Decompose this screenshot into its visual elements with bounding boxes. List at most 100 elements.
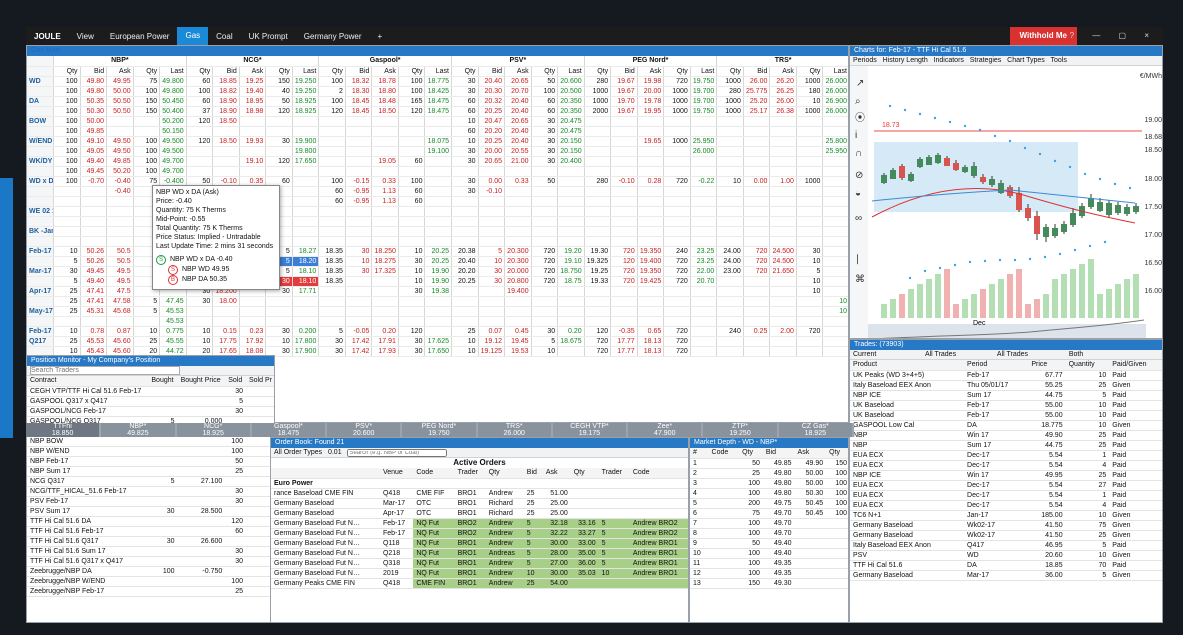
grid-cell[interactable]: 1000 [663, 86, 691, 97]
grid-cell[interactable] [371, 126, 399, 137]
grid-cell[interactable] [769, 166, 797, 177]
order-cell[interactable]: 5 [523, 538, 543, 549]
grid-cell[interactable]: 18.425 [424, 86, 452, 97]
grid-cell[interactable] [743, 206, 771, 217]
grid-cell[interactable] [212, 126, 240, 137]
trade-row[interactable]: PSV WD 20.60 10 Given [850, 550, 1162, 561]
grid-cell[interactable]: 20.400 [557, 156, 585, 167]
grid-cell[interactable] [610, 126, 638, 137]
grid-cell[interactable]: 30 [398, 346, 426, 357]
position-row[interactable]: CEGH VTP/TTF Hi Cal 51.6 Feb-17 30 [27, 386, 274, 397]
grid-cell[interactable]: 26.000 [690, 146, 718, 157]
grid-cell[interactable] [531, 206, 559, 217]
grid-cell[interactable]: 17.77 [610, 336, 638, 347]
grid-cell[interactable] [716, 186, 744, 197]
dock-tab-5[interactable]: PEG Nord* 19.750 [402, 423, 478, 437]
order-cell[interactable]: Richard [485, 498, 524, 509]
trade-cell[interactable]: UK Baseload [850, 400, 965, 411]
grid-cell[interactable]: 19.90 [424, 266, 452, 277]
grid-cell[interactable] [584, 156, 612, 167]
trade-cell[interactable]: 185.00 [1028, 510, 1066, 521]
grid-cell[interactable]: 18.075 [424, 136, 452, 147]
grid-cell[interactable] [822, 216, 848, 227]
order-cell[interactable]: Andrew [485, 488, 524, 499]
gas-grid-row[interactable]: W/END 100 49.10 49.50 100 49.500 120 18.50 19.93… [27, 136, 848, 147]
gas-grid-row[interactable]: WD x DA100-0.70-0.4075-0.40050-0.100.356… [27, 176, 848, 187]
grid-cell[interactable] [663, 236, 691, 247]
grid-cell[interactable] [663, 116, 691, 127]
position-cell[interactable] [177, 386, 226, 397]
order-cell[interactable]: 5 [598, 518, 630, 529]
grid-cell[interactable] [345, 286, 373, 297]
grid-cell[interactable] [186, 156, 214, 167]
depth-header-5[interactable]: Qty [826, 448, 848, 459]
trade-row[interactable]: EUA ECX Dec-17 5.54 1 Paid [850, 450, 1162, 461]
grid-cell[interactable] [531, 286, 559, 297]
grid-cell[interactable] [796, 236, 824, 247]
trades-filter-current[interactable]: Current [853, 350, 923, 359]
grid-cell[interactable] [318, 226, 346, 237]
trade-cell[interactable]: 5 [1065, 540, 1110, 551]
grid-cell[interactable]: 100 [186, 86, 214, 97]
gas-grid-row[interactable]: 549.4049.53018.4503018.1018.351019.9020.… [27, 276, 848, 287]
grid-cell[interactable] [716, 126, 744, 137]
grid-cell[interactable]: 20.300 [504, 256, 532, 267]
position-cell[interactable]: 100 [225, 436, 246, 447]
order-row[interactable]: Germany Baseload Fut N… Feb-17 NQ Fut BRO2 A… [271, 518, 688, 529]
grid-cell[interactable]: 21.650 [769, 266, 797, 277]
grid-cell[interactable]: 17.91 [371, 336, 399, 347]
grid-cell[interactable] [531, 196, 559, 207]
order-cell[interactable] [598, 488, 630, 499]
position-cell[interactable]: 100 [148, 566, 178, 577]
grid-cell[interactable]: 60 [398, 186, 426, 197]
grid-cell[interactable]: 720 [610, 276, 638, 287]
grid-cell[interactable]: 20.20 [451, 266, 479, 277]
grid-cell[interactable]: 18.50 [212, 116, 240, 127]
grid-cell[interactable]: 30 [478, 276, 506, 287]
grid-cell[interactable]: 49.700 [159, 166, 187, 177]
add-tab-button[interactable]: + [370, 32, 391, 41]
grid-cell[interactable] [504, 296, 532, 307]
grid-cell[interactable]: 25 [53, 286, 81, 297]
grid-cell[interactable] [478, 226, 506, 237]
grid-cell[interactable] [371, 146, 399, 157]
position-cell[interactable] [148, 576, 178, 587]
menu-european-power[interactable]: European Power [102, 32, 178, 41]
grid-cell[interactable]: 30 [531, 126, 559, 137]
grid-cell[interactable]: 10 [478, 256, 506, 267]
order-cell[interactable]: BRO1 [454, 488, 486, 499]
grid-cell[interactable]: 49.700 [159, 156, 187, 167]
depth-row[interactable]: 10 100 49.40 [690, 548, 848, 559]
grid-cell[interactable] [822, 236, 848, 247]
position-row[interactable]: GASPOOL Q317 x Q417 5 [27, 396, 274, 407]
grid-cell[interactable]: -0.35 [610, 326, 638, 337]
grid-cell[interactable] [557, 296, 585, 307]
order-cell[interactable]: Feb-17 [379, 528, 414, 539]
grid-cell[interactable] [371, 276, 399, 287]
grid-cell[interactable] [106, 216, 134, 227]
position-cell[interactable]: TTF Hi Cal 51.6 Q317 x Q417 [27, 556, 149, 567]
grid-cell[interactable]: -0.05 [345, 326, 373, 337]
grid-cell[interactable]: 1000 [663, 136, 691, 147]
grid-cell[interactable] [690, 186, 718, 197]
depth-cell[interactable]: 100 [826, 468, 848, 479]
depth-cell[interactable]: 49.30 [762, 578, 795, 589]
grid-cell[interactable]: 10 [716, 176, 744, 187]
trade-row[interactable]: NBP ICE Win 17 49.95 25 Paid [850, 470, 1162, 481]
depth-cell[interactable]: 50 [739, 538, 763, 549]
grid-cell[interactable]: 30 [531, 156, 559, 167]
gas-grid-row[interactable]: 25 47.41 47.58 5 47.45 30 18.00 10 [27, 296, 848, 307]
order-cell[interactable]: Germany Baseload Fut N… [271, 558, 380, 569]
grid-cell[interactable] [769, 156, 797, 167]
grid-cell[interactable] [663, 206, 691, 217]
order-cell[interactable]: Q418 [379, 488, 414, 499]
grid-cell[interactable]: 26.38 [769, 106, 797, 117]
grid-cell[interactable]: 100 [53, 126, 81, 137]
trade-cell[interactable]: Given [1109, 380, 1162, 391]
grid-cell[interactable]: 5 [133, 296, 161, 307]
gas-grid-row[interactable]: Mar-173049.4549.53018.450518.1018.353017… [27, 266, 848, 277]
grid-cell[interactable] [690, 116, 718, 127]
grid-cell[interactable] [769, 336, 797, 347]
grid-cell[interactable] [345, 146, 373, 157]
grid-cell[interactable]: 49.80 [80, 76, 108, 87]
